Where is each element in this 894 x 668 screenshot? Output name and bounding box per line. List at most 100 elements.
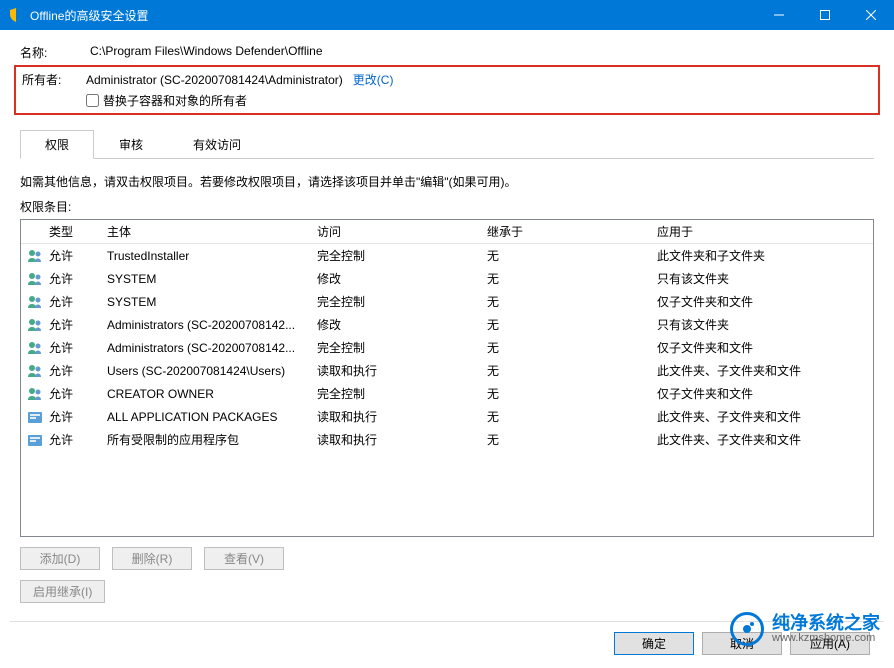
row-principal: SYSTEM xyxy=(107,295,317,309)
row-principal: Administrators (SC-20200708142... xyxy=(107,341,317,355)
row-principal: SYSTEM xyxy=(107,272,317,286)
row-access: 完全控制 xyxy=(317,339,487,356)
row-principal: Administrators (SC-20200708142... xyxy=(107,318,317,332)
row-applies: 此文件夹、子文件夹和文件 xyxy=(657,362,867,379)
tab-0[interactable]: 权限 xyxy=(20,130,94,159)
footer-buttons: 确定 取消 应用(A) xyxy=(20,632,874,655)
name-row: 名称: C:\Program Files\Windows Defender\Of… xyxy=(20,44,874,61)
row-applies: 仅子文件夹和文件 xyxy=(657,293,867,310)
row-access: 修改 xyxy=(317,270,487,287)
row-principal: ALL APPLICATION PACKAGES xyxy=(107,410,317,424)
row-applies: 此文件夹和子文件夹 xyxy=(657,247,867,264)
permission-row[interactable]: 允许Users (SC-202007081424\Users)读取和执行无此文件… xyxy=(21,359,873,382)
people-icon xyxy=(27,363,43,379)
shield-icon xyxy=(8,7,24,23)
view-button[interactable]: 查看(V) xyxy=(204,547,284,570)
col-access[interactable]: 访问 xyxy=(317,223,487,240)
row-access: 读取和执行 xyxy=(317,431,487,448)
people-icon xyxy=(27,340,43,356)
cancel-button[interactable]: 取消 xyxy=(702,632,782,655)
row-applies: 只有该文件夹 xyxy=(657,316,867,333)
instructions-text: 如需其他信息，请双击权限项目。若要修改权限项目，请选择该项目并单击"编辑"(如果… xyxy=(20,173,874,190)
package-icon xyxy=(27,409,43,425)
row-type: 允许 xyxy=(49,431,107,448)
owner-value: Administrator (SC-202007081424\Administr… xyxy=(86,73,343,87)
col-inherit[interactable]: 继承于 xyxy=(487,223,657,240)
tabs: 权限审核有效访问 xyxy=(20,129,874,159)
row-type: 允许 xyxy=(49,362,107,379)
row-access: 完全控制 xyxy=(317,293,487,310)
tab-2[interactable]: 有效访问 xyxy=(168,130,266,159)
row-type: 允许 xyxy=(49,408,107,425)
row-principal: CREATOR OWNER xyxy=(107,387,317,401)
add-button[interactable]: 添加(D) xyxy=(20,547,100,570)
minimize-button[interactable] xyxy=(756,0,802,30)
row-type: 允许 xyxy=(49,339,107,356)
enable-inherit-button[interactable]: 启用继承(I) xyxy=(20,580,105,603)
row-type: 允许 xyxy=(49,293,107,310)
package-icon xyxy=(27,432,43,448)
row-inherit: 无 xyxy=(487,362,657,379)
row-applies: 此文件夹、子文件夹和文件 xyxy=(657,431,867,448)
row-applies: 仅子文件夹和文件 xyxy=(657,385,867,402)
titlebar: Offline的高级安全设置 xyxy=(0,0,894,30)
col-applies[interactable]: 应用于 xyxy=(657,223,867,240)
window-title: Offline的高级安全设置 xyxy=(30,7,756,24)
row-type: 允许 xyxy=(49,316,107,333)
apply-button[interactable]: 应用(A) xyxy=(790,632,870,655)
name-value: C:\Program Files\Windows Defender\Offlin… xyxy=(90,44,323,61)
row-principal: 所有受限制的应用程序包 xyxy=(107,431,317,448)
ok-button[interactable]: 确定 xyxy=(614,632,694,655)
row-principal: Users (SC-202007081424\Users) xyxy=(107,364,317,378)
row-access: 完全控制 xyxy=(317,385,487,402)
permission-row[interactable]: 允许Administrators (SC-20200708142...完全控制无… xyxy=(21,336,873,359)
people-icon xyxy=(27,386,43,402)
row-access: 读取和执行 xyxy=(317,362,487,379)
permission-list[interactable]: 类型 主体 访问 继承于 应用于 允许TrustedInstaller完全控制无… xyxy=(20,219,874,537)
row-access: 读取和执行 xyxy=(317,408,487,425)
row-inherit: 无 xyxy=(487,385,657,402)
remove-button[interactable]: 删除(R) xyxy=(112,547,192,570)
row-access: 完全控制 xyxy=(317,247,487,264)
replace-children-input[interactable] xyxy=(86,94,99,107)
permission-row[interactable]: 允许Administrators (SC-20200708142...修改无只有… xyxy=(21,313,873,336)
content-area: 名称: C:\Program Files\Windows Defender\Of… xyxy=(0,30,894,667)
tab-1[interactable]: 审核 xyxy=(94,130,168,159)
row-inherit: 无 xyxy=(487,247,657,264)
row-type: 允许 xyxy=(49,270,107,287)
row-access: 修改 xyxy=(317,316,487,333)
maximize-button[interactable] xyxy=(802,0,848,30)
change-owner-link[interactable]: 更改(C) xyxy=(353,71,394,88)
permission-row[interactable]: 允许SYSTEM完全控制无仅子文件夹和文件 xyxy=(21,290,873,313)
permission-row[interactable]: 允许所有受限制的应用程序包读取和执行无此文件夹、子文件夹和文件 xyxy=(21,428,873,451)
row-principal: TrustedInstaller xyxy=(107,249,317,263)
row-inherit: 无 xyxy=(487,270,657,287)
permission-row[interactable]: 允许ALL APPLICATION PACKAGES读取和执行无此文件夹、子文件… xyxy=(21,405,873,428)
row-inherit: 无 xyxy=(487,339,657,356)
owner-highlight-box: 所有者: Administrator (SC-202007081424\Admi… xyxy=(14,65,880,115)
permission-row[interactable]: 允许CREATOR OWNER完全控制无仅子文件夹和文件 xyxy=(21,382,873,405)
list-header: 类型 主体 访问 继承于 应用于 xyxy=(21,220,873,244)
row-inherit: 无 xyxy=(487,431,657,448)
replace-children-checkbox[interactable]: 替换子容器和对象的所有者 xyxy=(86,88,872,109)
row-inherit: 无 xyxy=(487,316,657,333)
col-type[interactable]: 类型 xyxy=(49,223,107,240)
row-type: 允许 xyxy=(49,247,107,264)
replace-children-label: 替换子容器和对象的所有者 xyxy=(103,92,247,109)
col-principal[interactable]: 主体 xyxy=(107,223,317,240)
people-icon xyxy=(27,317,43,333)
row-applies: 仅子文件夹和文件 xyxy=(657,339,867,356)
entry-buttons: 添加(D) 删除(R) 查看(V) xyxy=(20,547,874,570)
name-label: 名称: xyxy=(20,44,90,61)
close-button[interactable] xyxy=(848,0,894,30)
people-icon xyxy=(27,294,43,310)
row-inherit: 无 xyxy=(487,293,657,310)
footer-separator xyxy=(10,621,884,622)
owner-label: 所有者: xyxy=(16,71,86,88)
row-type: 允许 xyxy=(49,385,107,402)
permission-row[interactable]: 允许TrustedInstaller完全控制无此文件夹和子文件夹 xyxy=(21,244,873,267)
permission-entries-label: 权限条目: xyxy=(20,198,874,215)
row-inherit: 无 xyxy=(487,408,657,425)
permission-row[interactable]: 允许SYSTEM修改无只有该文件夹 xyxy=(21,267,873,290)
row-applies: 此文件夹、子文件夹和文件 xyxy=(657,408,867,425)
